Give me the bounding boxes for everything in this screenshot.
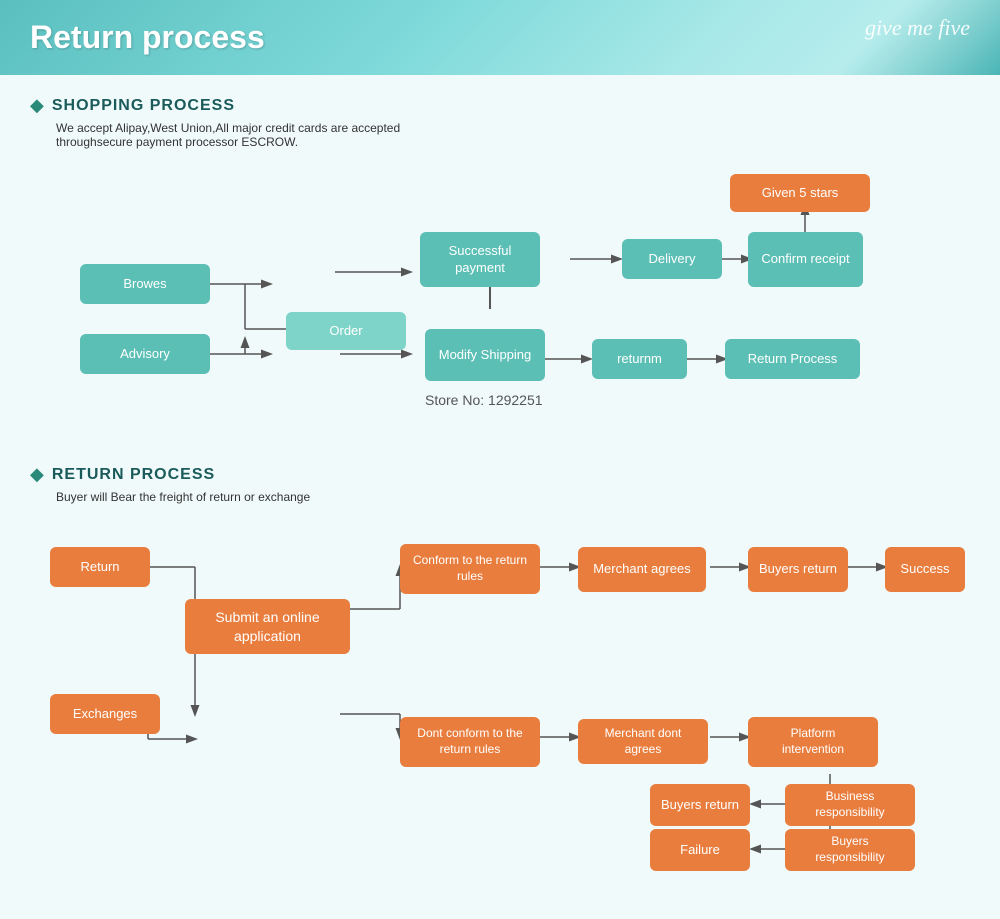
box-buyers-responsibility: Buyers responsibility	[785, 829, 915, 871]
shopping-desc: We accept Alipay,West Union,All major cr…	[56, 121, 970, 149]
shopping-section-title: SHOPPING PROCESS	[52, 97, 235, 115]
box-return: Return	[50, 547, 150, 587]
box-successful-payment: Successful payment	[420, 232, 540, 287]
box-order: Order	[286, 312, 406, 350]
page-header: Return process give me five	[0, 0, 1000, 75]
box-platform-intervention: Platform intervention	[748, 717, 878, 767]
box-return-process: Return Process	[725, 339, 860, 379]
brand-text: give me five	[865, 15, 970, 41]
box-buyers-return-1: Buyers return	[748, 547, 848, 592]
box-failure: Failure	[650, 829, 750, 871]
box-merchant-dont-agrees: Merchant dont agrees	[578, 719, 708, 764]
box-confirm-receipt: Confirm receipt	[748, 232, 863, 287]
shopping-flow-diagram: Given 5 stars Browes Successful payment …	[30, 164, 970, 454]
box-given-5-stars: Given 5 stars	[730, 174, 870, 212]
box-buyers-return-2: Buyers return	[650, 784, 750, 826]
box-success: Success	[885, 547, 965, 592]
page-title: Return process	[30, 19, 265, 56]
box-submit-online: Submit an online application	[185, 599, 350, 654]
box-business-responsibility: Business responsibility	[785, 784, 915, 826]
diamond-icon-shopping: ◆	[30, 95, 44, 116]
box-exchanges: Exchanges	[50, 694, 160, 734]
box-advisory: Advisory	[80, 334, 210, 374]
box-modify-shipping: Modify Shipping	[425, 329, 545, 381]
shopping-section-header: ◆ SHOPPING PROCESS	[30, 95, 970, 116]
diamond-icon-return: ◆	[30, 464, 44, 485]
return-section-header: ◆ RETURN PROCESS	[30, 464, 970, 485]
return-desc: Buyer will Bear the freight of return or…	[56, 490, 970, 504]
return-flow-diagram: Return Submit an online application Exch…	[30, 519, 970, 879]
return-section-title: RETURN PROCESS	[52, 466, 215, 484]
box-merchant-agrees: Merchant agrees	[578, 547, 706, 592]
box-dont-conform-rules: Dont conform to the return rules	[400, 717, 540, 767]
box-delivery: Delivery	[622, 239, 722, 279]
box-returnm: returnm	[592, 339, 687, 379]
box-conform-return-rules: Conform to the return rules	[400, 544, 540, 594]
box-browes: Browes	[80, 264, 210, 304]
main-content: ◆ SHOPPING PROCESS We accept Alipay,West…	[0, 75, 1000, 919]
store-number: Store No: 1292251	[425, 392, 543, 410]
